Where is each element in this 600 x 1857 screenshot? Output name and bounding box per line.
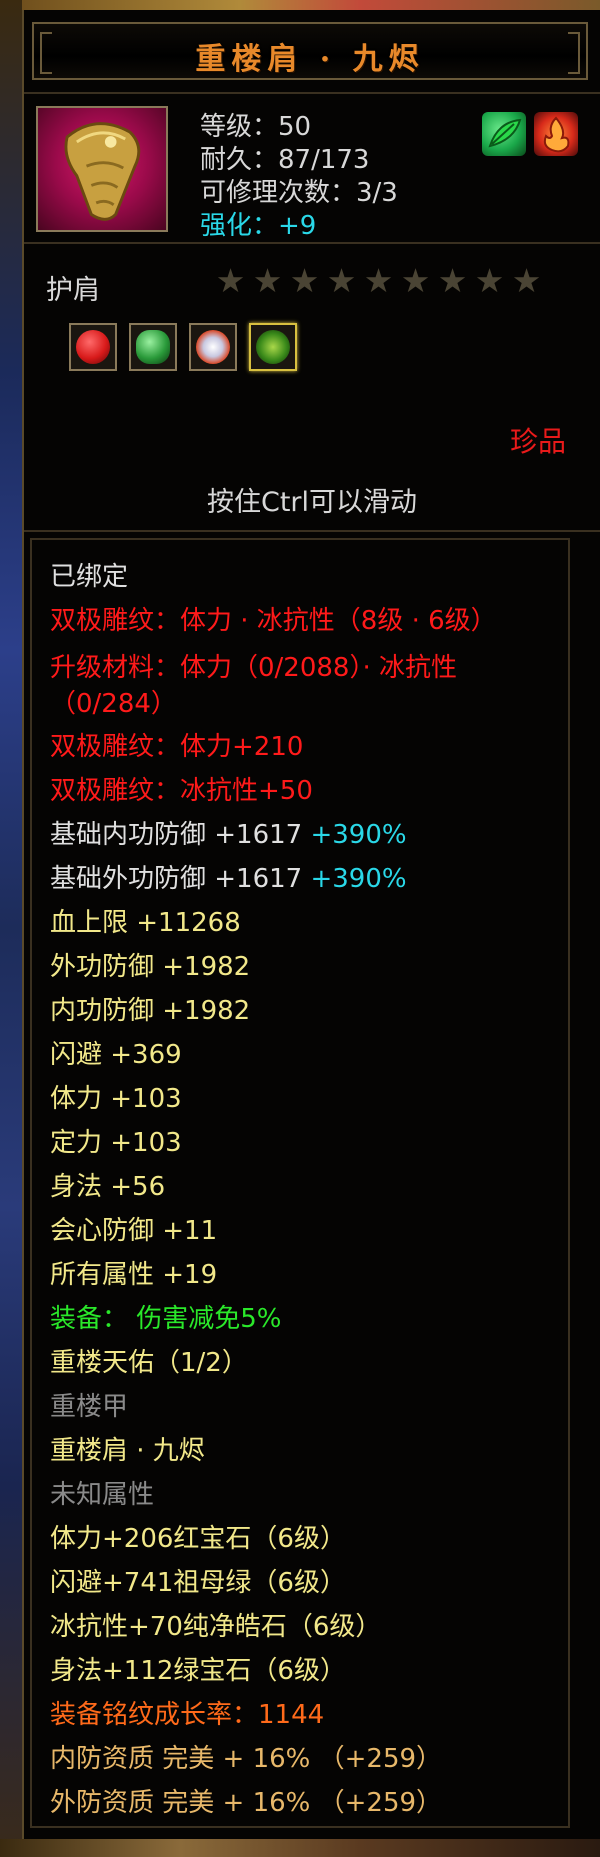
- agility: 身法 +56: [50, 1172, 166, 1202]
- star-icon: ★: [437, 261, 468, 300]
- item-level: 等级：50: [200, 112, 312, 142]
- title-bar: 重楼肩 · 九烬: [32, 22, 588, 80]
- base-inner-defense-value: 基础内功防御 +1617: [50, 820, 303, 850]
- shoulder-armor-icon: [36, 106, 168, 232]
- emerald-gem-icon: [256, 330, 290, 364]
- hp-cap: 血上限 +11268: [50, 908, 241, 938]
- base-outer-defense-pct: +390%: [310, 864, 407, 894]
- details-panel[interactable]: 已绑定 双极雕纹：体力 · 冰抗性（8级 · 6级） 升级材料：体力（0/208…: [30, 538, 570, 1828]
- gem-slot-1[interactable]: [69, 323, 117, 371]
- star-icon: ★: [252, 261, 283, 300]
- inner-defense: 内功防御 +1982: [50, 996, 251, 1026]
- all-attributes: 所有属性 +19: [50, 1260, 218, 1290]
- base-outer-defense: 基础外功防御 +1617 +390%: [50, 864, 407, 894]
- inner-quality: 内防资质 完美 + 16% （+259）: [50, 1744, 443, 1774]
- item-tooltip: 重楼肩 · 九烬 等级：50 耐久：87/173 可修理次数：3/3 强化：+9…: [22, 10, 600, 1839]
- game-background-top: [0, 0, 600, 10]
- game-background-left: [0, 0, 22, 1857]
- base-outer-defense-value: 基础外功防御 +1617: [50, 864, 303, 894]
- item-title: 重楼肩 · 九烬: [195, 42, 425, 77]
- base-inner-defense: 基础内功防御 +1617 +390%: [50, 820, 407, 850]
- star-rating: ★ ★ ★ ★ ★ ★ ★ ★ ★: [214, 264, 543, 300]
- gem-stamina: 体力+206红宝石（6级）: [50, 1524, 346, 1554]
- item-enhance-level: 强化：+9: [200, 211, 317, 241]
- gem-agility: 身法+112绿宝石（6级）: [50, 1656, 346, 1686]
- crit-defense: 会心防御 +11: [50, 1216, 218, 1246]
- red-gem-icon: [76, 330, 110, 364]
- green-leaf-icon[interactable]: [482, 112, 526, 156]
- engrave-stamina: 双极雕纹：体力+210: [50, 732, 304, 762]
- equip-effect: 装备： 伤害减免5%: [50, 1304, 282, 1334]
- star-icon: ★: [326, 261, 357, 300]
- set-name: 重楼天佑（1/2）: [50, 1348, 248, 1378]
- scroll-hint: 按住Ctrl可以滑动: [206, 487, 418, 518]
- outer-quality: 外防资质 完美 + 16% （+259）: [50, 1788, 443, 1818]
- star-icon: ★: [363, 261, 394, 300]
- green-leaf-graphic: [488, 118, 522, 148]
- growth-rate: 装备铭纹成长率：1144: [50, 1700, 325, 1730]
- bound-status: 已绑定: [50, 562, 129, 592]
- star-icon: ★: [400, 261, 431, 300]
- upgrade-material: 升级材料：体力（0/2088）· 冰抗性（0/284）: [50, 653, 457, 719]
- item-repair-count: 可修理次数：3/3: [200, 178, 398, 208]
- red-flame-graphic: [543, 116, 570, 153]
- set-piece-armor: 重楼甲: [50, 1392, 129, 1422]
- set-unknown-attr: 未知属性: [50, 1480, 155, 1510]
- item-type: 护肩: [46, 275, 100, 306]
- red-flame-icon[interactable]: [534, 112, 578, 156]
- set-piece-shoulder: 重楼肩 · 九烬: [50, 1436, 205, 1466]
- shoulder-armor-graphic: [64, 122, 141, 221]
- gem-slot-4[interactable]: [249, 323, 297, 371]
- white-crystal-icon: [196, 330, 230, 364]
- item-durability: 耐久：87/173: [200, 145, 370, 175]
- game-background-bottom: [0, 1839, 600, 1857]
- gem-dodge: 闪避+741祖母绿（6级）: [50, 1568, 346, 1598]
- gem-ice-resist: 冰抗性+70纯净皓石（6级）: [50, 1612, 382, 1642]
- star-icon: ★: [289, 261, 320, 300]
- star-icon: ★: [215, 261, 246, 300]
- engrave-line: 双极雕纹：体力 · 冰抗性（8级 · 6级）: [50, 606, 497, 636]
- gem-slot-3[interactable]: [189, 323, 237, 371]
- outer-defense: 外功防御 +1982: [50, 952, 251, 982]
- focus: 定力 +103: [50, 1128, 182, 1158]
- item-details: 已绑定 双极雕纹：体力 · 冰抗性（8级 · 6级） 升级材料：体力（0/208…: [24, 530, 600, 1839]
- item-header: 等级：50 耐久：87/173 可修理次数：3/3 强化：+9: [24, 92, 600, 244]
- star-icon: ★: [511, 261, 542, 300]
- base-inner-defense-pct: +390%: [310, 820, 407, 850]
- star-icon: ★: [474, 261, 505, 300]
- rarity-label: 珍品: [509, 425, 566, 458]
- stamina: 体力 +103: [50, 1084, 182, 1114]
- gem-slot-2[interactable]: [129, 323, 177, 371]
- engrave-ice: 双极雕纹：冰抗性+50: [50, 776, 313, 806]
- gem-slots: [69, 323, 297, 371]
- dodge: 闪避 +369: [50, 1040, 182, 1070]
- green-jade-icon: [136, 330, 170, 364]
